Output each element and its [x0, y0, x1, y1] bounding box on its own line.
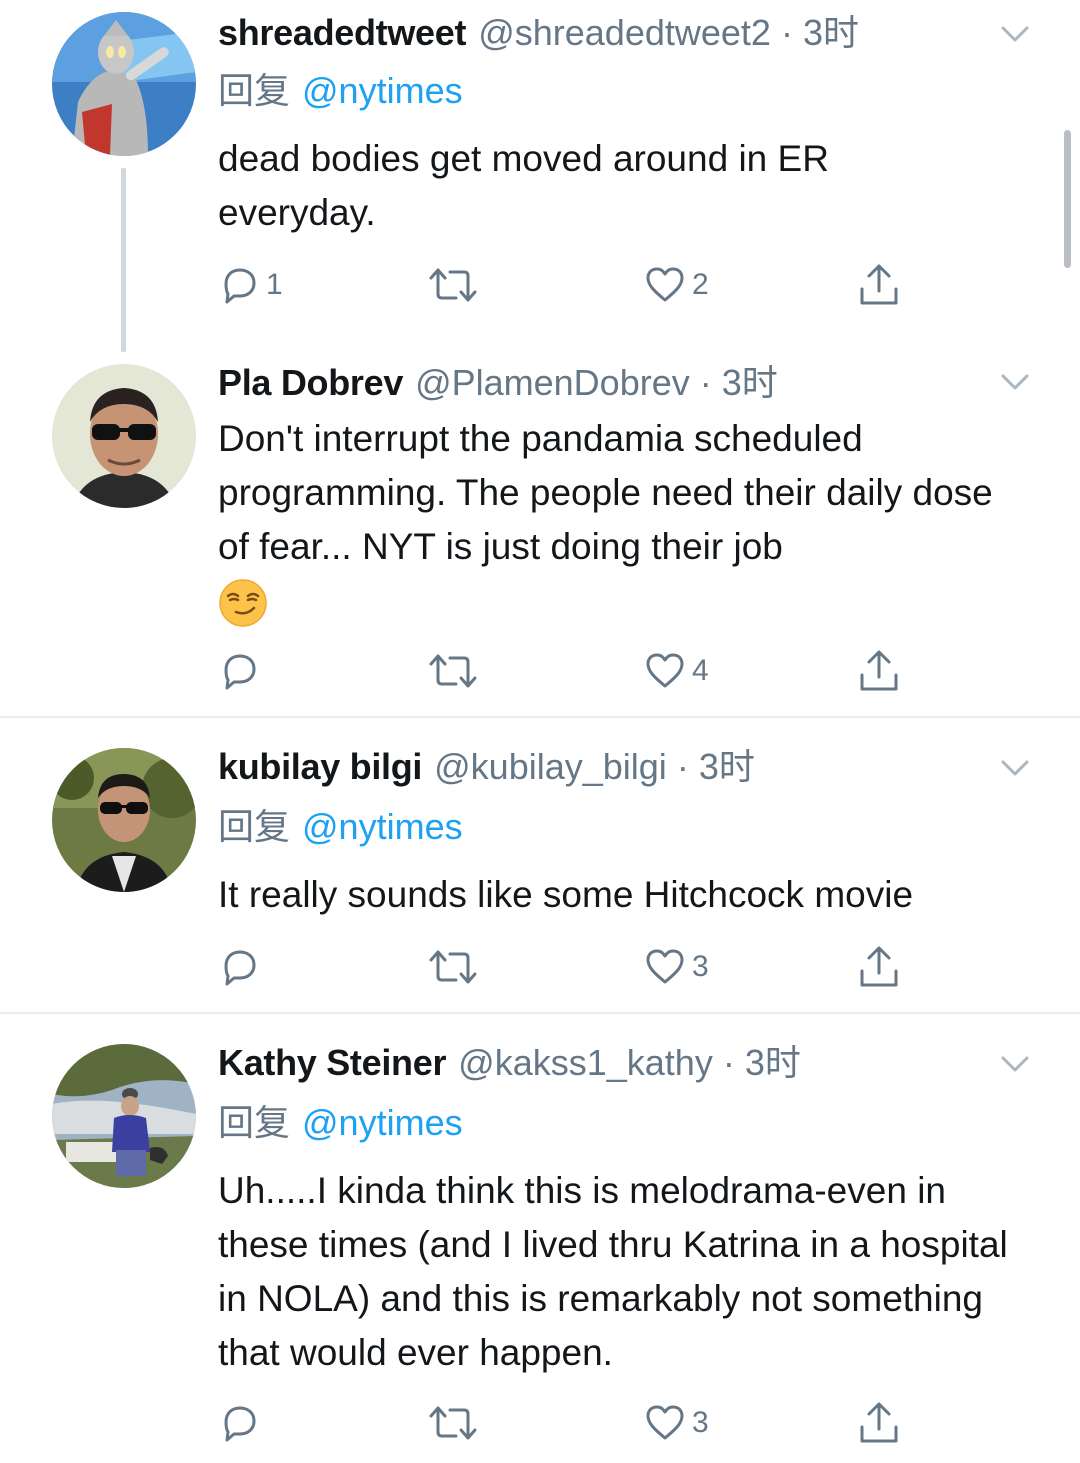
smirking-face-emoji-icon [219, 579, 267, 627]
share-icon [860, 264, 898, 305]
like-button[interactable]: 3 [644, 942, 709, 992]
avatar[interactable] [52, 364, 196, 508]
like-button[interactable]: 4 [644, 646, 709, 696]
reply-icon [224, 268, 256, 304]
separator-dot: · [722, 1042, 735, 1083]
like-count: 3 [692, 1406, 709, 1439]
separator-dot: · [780, 12, 793, 53]
tweet[interactable]: Pla Dobrev @PlamenDobrev · 3时 Don't inte… [0, 352, 1080, 716]
reply-target-link[interactable]: @nytimes [302, 70, 463, 111]
like-count: 3 [692, 950, 709, 983]
display-name[interactable]: shreadedtweet [218, 8, 467, 58]
like-button[interactable]: 2 [644, 260, 709, 310]
display-name[interactable]: Kathy Steiner [218, 1038, 446, 1088]
chevron-down-icon[interactable] [998, 16, 1032, 50]
action-bar: 3 [218, 1398, 918, 1448]
tweet-text-content: Don't interrupt the pandamia scheduled p… [218, 418, 993, 567]
like-icon [646, 949, 684, 984]
like-count: 4 [692, 654, 709, 687]
avatar[interactable] [52, 748, 196, 892]
reply-prefix: 回复 [218, 806, 291, 847]
timestamp[interactable]: 3时 [722, 358, 778, 408]
user-handle[interactable]: @PlamenDobrev [415, 358, 690, 408]
tweet-header: Kathy Steiner @kakss1_kathy · 3时 [218, 1038, 1040, 1088]
reply-button[interactable]: 1 [218, 260, 283, 310]
tweet-text: It really sounds like some Hitchcock mov… [218, 874, 914, 915]
avatar[interactable] [52, 12, 196, 156]
reply-prefix: 回复 [218, 70, 291, 111]
reply-count: 1 [266, 268, 283, 301]
share-button[interactable] [858, 942, 900, 992]
separator-dot: · [699, 362, 712, 403]
share-button[interactable] [858, 260, 900, 310]
retweet-icon [429, 268, 477, 302]
reply-prefix: 回复 [218, 1102, 291, 1143]
tweet-header: kubilay bilgi @kubilay_bilgi · 3时 [218, 742, 1040, 792]
reply-target-link[interactable]: @nytimes [302, 806, 463, 847]
display-name[interactable]: Pla Dobrev [218, 358, 403, 408]
tweet[interactable]: shreadedtweet @shreadedtweet2 · 3时 回复 @ny… [0, 0, 1080, 352]
tweet[interactable]: Kathy Steiner @kakss1_kathy · 3时 回复 @nyti… [0, 1014, 1080, 1463]
user-handle[interactable]: @kakss1_kathy [458, 1038, 713, 1088]
separator-dot: · [676, 746, 689, 787]
reply-button[interactable] [218, 646, 266, 696]
tweet-text: dead bodies get moved around in ER every… [218, 138, 829, 233]
retweet-button[interactable] [428, 1398, 484, 1448]
user-handle[interactable]: @kubilay_bilgi [434, 742, 667, 792]
reply-target-link[interactable]: @nytimes [302, 1102, 463, 1143]
like-button[interactable]: 3 [644, 1398, 709, 1448]
chevron-down-icon[interactable] [998, 750, 1032, 784]
share-icon [860, 650, 898, 691]
scrollbar[interactable] [1064, 130, 1071, 268]
like-count: 2 [692, 268, 709, 301]
retweet-button[interactable] [428, 942, 484, 992]
display-name[interactable]: kubilay bilgi [218, 742, 422, 792]
tweet-text: Uh.....I kinda think this is melodrama-e… [218, 1170, 1008, 1373]
replying-to: 回复 @nytimes [218, 66, 463, 116]
retweet-button[interactable] [428, 646, 484, 696]
reply-icon [224, 950, 256, 986]
reply-icon [224, 1406, 256, 1442]
timestamp[interactable]: 3时 [699, 742, 755, 792]
retweet-button[interactable] [428, 260, 484, 310]
timestamp[interactable]: 3时 [745, 1038, 801, 1088]
action-bar: 3 [218, 942, 918, 992]
tweet-header: shreadedtweet @shreadedtweet2 · 3时 [218, 8, 1040, 58]
share-icon [860, 1402, 898, 1443]
chevron-down-icon[interactable] [998, 364, 1032, 398]
like-icon [646, 653, 684, 688]
share-button[interactable] [858, 646, 900, 696]
replying-to: 回复 @nytimes [218, 1098, 463, 1148]
chevron-down-icon[interactable] [998, 1046, 1032, 1080]
tweet[interactable]: kubilay bilgi @kubilay_bilgi · 3时 回复 @nyt… [0, 718, 1080, 1012]
tweet-text: Don't interrupt the pandamia scheduled p… [218, 412, 1018, 628]
tweet-header: Pla Dobrev @PlamenDobrev · 3时 [218, 358, 1040, 408]
action-bar: 4 [218, 646, 918, 696]
reply-icon [224, 654, 256, 690]
avatar[interactable] [52, 1044, 196, 1188]
user-handle[interactable]: @shreadedtweet2 [478, 8, 771, 58]
reply-button[interactable] [218, 1398, 266, 1448]
retweet-icon [429, 654, 477, 688]
retweet-icon [429, 950, 477, 984]
share-button[interactable] [858, 1398, 900, 1448]
like-icon [646, 267, 684, 302]
action-bar: 1 2 [218, 260, 918, 310]
reply-button[interactable] [218, 942, 266, 992]
retweet-icon [429, 1406, 477, 1440]
replying-to: 回复 @nytimes [218, 802, 463, 852]
like-icon [646, 1405, 684, 1440]
timestamp[interactable]: 3时 [803, 8, 859, 58]
thread-line [121, 168, 126, 352]
share-icon [860, 946, 898, 987]
